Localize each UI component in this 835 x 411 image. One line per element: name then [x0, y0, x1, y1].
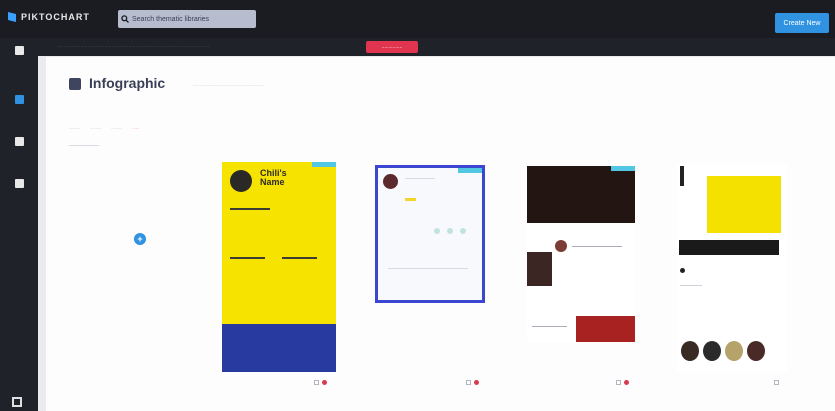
sidebar [0, 38, 38, 411]
sidebar-item-presentation[interactable] [0, 137, 38, 150]
plus-icon[interactable]: + [134, 233, 146, 245]
page-title: Infographic [89, 75, 166, 91]
template-footer-band [222, 324, 336, 372]
template-thumbnail-1[interactable]: Chili's Name [222, 162, 336, 372]
template-photo [725, 341, 743, 361]
infographic-page-icon [69, 78, 81, 90]
copy-icon[interactable] [466, 380, 471, 385]
template-highlight [707, 176, 781, 233]
template-actions [616, 380, 629, 385]
create-new-button[interactable]: Create New [775, 13, 829, 33]
template-photo [681, 341, 699, 361]
template-text-line [230, 208, 270, 210]
template-header-band [527, 166, 635, 223]
template-text-line [572, 246, 622, 247]
filter-tabs: .......... .......... .......... ...... [69, 125, 139, 130]
top-bar: PIKTOCHART Search thematic libraries Cre… [0, 0, 835, 38]
blank-template-card[interactable]: + [74, 164, 214, 374]
template-badge [458, 168, 482, 173]
logo-text: PIKTOCHART [21, 12, 90, 22]
template-dot [447, 228, 453, 234]
sidebar-item-dashboard[interactable] [0, 46, 38, 59]
template-thumbnail-4[interactable] [677, 163, 787, 373]
template-actions [314, 380, 327, 385]
template-dot [460, 228, 466, 234]
search-input[interactable]: Search thematic libraries [132, 16, 209, 23]
template-text-line [680, 285, 702, 286]
infographic-icon [14, 95, 24, 104]
template-text-line [388, 268, 468, 269]
notice-text: ........................................… [58, 43, 211, 48]
presentation-icon [14, 137, 24, 146]
template-photo [527, 252, 552, 286]
template-dot [434, 228, 440, 234]
template-text-line [282, 257, 317, 259]
grid-icon [14, 46, 24, 55]
template-badge [611, 166, 635, 171]
help-icon[interactable] [12, 397, 22, 407]
filter-tab[interactable]: .......... [69, 125, 80, 130]
copy-icon[interactable] [616, 380, 621, 385]
template-photo [576, 316, 635, 342]
template-text-line [230, 257, 265, 259]
template-photo [747, 341, 765, 361]
template-actions [774, 380, 779, 385]
template-avatar [555, 240, 567, 252]
page-subtitle: ........................................… [193, 82, 265, 87]
copy-icon[interactable] [774, 380, 779, 385]
template-bar [680, 166, 684, 186]
template-thumbnail-2[interactable] [375, 165, 485, 303]
template-badge [312, 162, 336, 167]
template-text-line [532, 326, 567, 327]
printable-icon [14, 179, 24, 188]
favorite-icon[interactable] [474, 380, 479, 385]
template-thumbnail-3[interactable] [527, 166, 635, 342]
logo[interactable]: PIKTOCHART [8, 12, 90, 22]
template-title: Chili's Name [260, 169, 287, 187]
search-icon [118, 10, 132, 28]
template-actions [466, 380, 479, 385]
template-avatar [383, 174, 398, 189]
favorite-icon[interactable] [624, 380, 629, 385]
template-header-band [679, 240, 779, 255]
template-avatar [230, 170, 252, 192]
template-title-line: Name [260, 177, 285, 187]
main-panel: Infographic ............................… [46, 57, 835, 411]
filter-divider [69, 145, 99, 146]
notice-bar: ........................................… [38, 38, 835, 56]
template-text-line [405, 178, 435, 179]
favorite-icon[interactable] [322, 380, 327, 385]
copy-icon[interactable] [314, 380, 319, 385]
notice-button[interactable]: ............... [366, 41, 418, 53]
template-highlight [405, 198, 416, 201]
sidebar-item-infographic[interactable] [0, 95, 38, 108]
sidebar-item-printable[interactable] [0, 179, 38, 192]
logo-mark-icon [8, 12, 16, 22]
template-dot [680, 268, 685, 273]
template-photo [703, 341, 721, 361]
filter-tab[interactable]: .......... [90, 125, 101, 130]
search-bar[interactable]: Search thematic libraries [118, 10, 256, 28]
filter-tab-active[interactable]: ...... [132, 125, 139, 130]
filter-tab[interactable]: .......... [111, 125, 122, 130]
